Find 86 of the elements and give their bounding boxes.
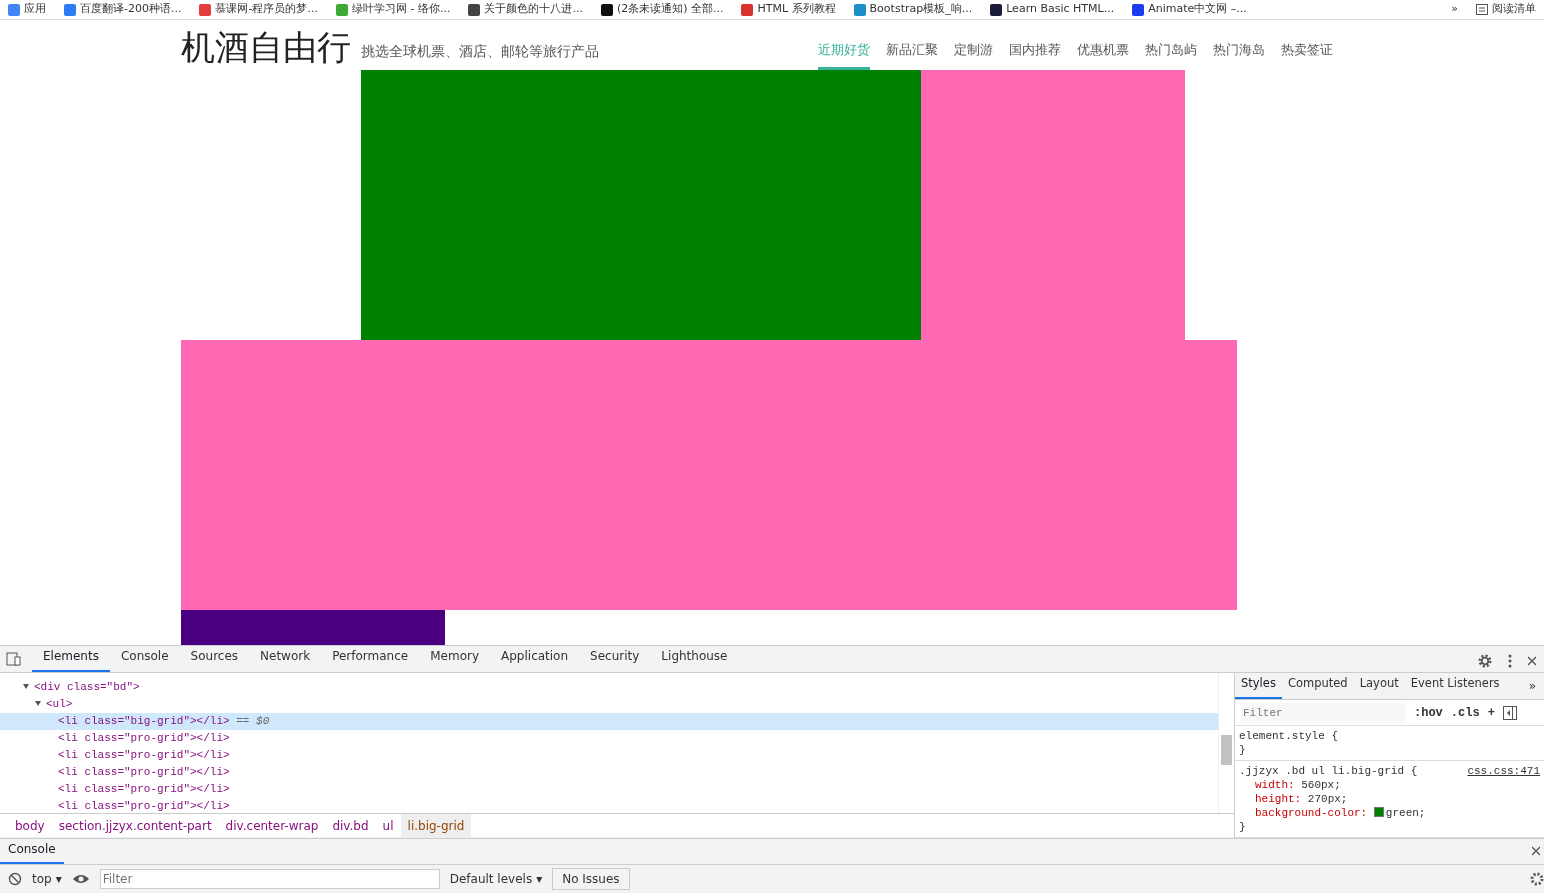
new-rule-button[interactable]: + <box>1487 703 1495 722</box>
nav-link[interactable]: 热卖签证 <box>1281 39 1333 70</box>
css-declaration: height: 270px; <box>1254 792 1349 806</box>
nav-link[interactable]: 热门岛屿 <box>1145 39 1197 70</box>
nav-link[interactable]: 热门海岛 <box>1213 39 1265 70</box>
devtools-tab[interactable]: Lighthouse <box>650 642 739 672</box>
eye-icon[interactable] <box>71 872 90 885</box>
bookmark-link[interactable]: (2条未读通知) 全部... <box>600 1 724 18</box>
styles-pane-tab[interactable]: Layout <box>1353 669 1405 699</box>
breadcrumb-item[interactable]: div.center-wrap <box>218 813 326 838</box>
close-icon[interactable] <box>1532 846 1540 856</box>
dom-node-row[interactable]: <li class="pro-grid"></li> <box>0 798 1218 813</box>
devtools-tab[interactable]: Console <box>109 642 180 672</box>
filter-field[interactable]: Filter <box>99 868 440 889</box>
nav-link[interactable]: 优惠机票 <box>1077 39 1129 70</box>
issues-button[interactable]: No Issues <box>552 867 630 890</box>
filter-field[interactable]: Filter <box>1241 702 1406 723</box>
bookmark-link[interactable]: Animate中文网 –... <box>1132 1 1247 18</box>
breadcrumb-item[interactable]: div.bd <box>325 813 376 838</box>
reading-list-button[interactable]: 阅读清单 <box>1476 1 1536 18</box>
dom-node-row[interactable]: <li class="pro-grid"></li> <box>0 764 1218 781</box>
dom-node-row[interactable]: <li class="pro-grid"></li> <box>0 730 1218 747</box>
css-brace: } <box>1239 743 1247 757</box>
bookmark-link[interactable]: 绿叶学习网 - 络你... <box>335 1 451 18</box>
log-levels-dropdown[interactable]: Default levels ▾ <box>449 869 543 888</box>
styles-pane-tab[interactable]: Styles <box>1235 669 1282 699</box>
html-tag[interactable]: <li class="big-grid"></li> <box>58 715 230 727</box>
dom-node-row[interactable]: <li class="pro-grid"></li> <box>0 781 1218 798</box>
hov-button[interactable]: :hov <box>1414 703 1443 722</box>
devtools-tab[interactable]: Network <box>249 642 322 672</box>
breadcrumb-item[interactable]: ul <box>375 813 401 838</box>
bookmark-link[interactable]: 慕课网-程序员的梦... <box>199 1 318 18</box>
drawer-tab[interactable]: Console <box>0 836 64 864</box>
more-bookmarks-button[interactable]: » <box>1451 1 1458 18</box>
bookmark-link[interactable]: 应用 <box>8 1 46 18</box>
html-tag[interactable]: <ul> <box>46 698 73 710</box>
breadcrumb-item[interactable]: section.jjzyx.content-part <box>51 813 219 838</box>
devtools-tab[interactable]: Performance <box>321 642 420 672</box>
bookmark-link[interactable]: Bootstrap模板_响... <box>853 1 973 18</box>
styles-pane-tab[interactable]: Computed <box>1281 669 1354 699</box>
bookmark-link[interactable]: 百度翻译-200种语... <box>64 1 182 18</box>
breadcrumb-item[interactable]: li.big-grid <box>400 813 472 838</box>
cls-button[interactable]: .cls <box>1450 703 1480 722</box>
bookmark-link[interactable]: HTML 系列教程 <box>741 1 836 18</box>
devtools-tab[interactable]: Sources <box>179 642 250 672</box>
site-title: 机酒自由行 <box>181 26 351 69</box>
css-selector: .jjzyx .bd ul li.big-grid { <box>1239 764 1418 778</box>
css-selector: element.style { <box>1239 729 1339 743</box>
site-subtitle: 挑选全球机票、酒店、邮轮等旅行产品 <box>361 42 599 61</box>
html-tag[interactable]: <li class="pro-grid"></li> <box>58 783 230 795</box>
color-swatch[interactable] <box>1373 807 1384 817</box>
html-tag[interactable]: <li class="pro-grid"></li> <box>58 800 230 812</box>
html-tag[interactable]: <li class="pro-grid"></li> <box>58 732 230 744</box>
html-tag[interactable]: <li class="pro-grid"></li> <box>58 749 230 761</box>
html-tag[interactable]: <div class="bd"> <box>34 681 140 693</box>
css-declaration: width: 560px; <box>1254 778 1342 792</box>
dom-node-row[interactable]: <li class="pro-grid"></li> <box>0 747 1218 764</box>
html-tag[interactable]: <li class="pro-grid"></li> <box>58 766 230 778</box>
bookmark-link[interactable]: 关于颜色的十八进... <box>468 1 583 18</box>
more-options-icon[interactable] <box>1508 654 1512 668</box>
breadcrumb-item[interactable]: body <box>8 813 52 838</box>
dom-node-row[interactable]: <li class="big-grid"></li> == $0 <box>0 713 1218 730</box>
nav-link[interactable]: 国内推荐 <box>1009 39 1061 70</box>
css-declaration: background-color: green; <box>1254 806 1427 820</box>
devtools-tab[interactable]: Application <box>490 642 580 672</box>
nav-link[interactable]: 新品汇聚 <box>886 39 938 70</box>
context-dropdown[interactable]: top ▾ <box>32 869 62 888</box>
styles-pane-tab[interactable]: Event Listeners <box>1404 669 1506 699</box>
more-tabs-button[interactable]: » <box>1528 677 1544 699</box>
device-toolbar-icon[interactable] <box>6 651 22 667</box>
settings-icon[interactable] <box>1530 871 1544 886</box>
scrollbar[interactable] <box>1218 673 1234 813</box>
css-brace: } <box>1239 820 1247 834</box>
nav-link[interactable]: 定制游 <box>954 39 993 70</box>
devtools-tab[interactable]: Memory <box>419 642 490 672</box>
dom-node-row[interactable]: <ul> <box>0 696 1218 713</box>
close-icon[interactable] <box>1528 656 1536 666</box>
clear-console-icon[interactable] <box>8 871 22 886</box>
dom-node-row[interactable]: <div class="bd"> <box>0 679 1218 696</box>
list-icon <box>1476 4 1488 15</box>
settings-icon[interactable] <box>1478 654 1492 668</box>
devtools-tab[interactable]: Security <box>579 642 651 672</box>
source-link[interactable]: css.css:471 <box>1467 764 1540 778</box>
toggle-sidebar-icon[interactable] <box>1502 705 1517 720</box>
bookmark-link[interactable]: Learn Basic HTML... <box>990 1 1115 18</box>
node-reference: == $0 <box>236 715 270 727</box>
